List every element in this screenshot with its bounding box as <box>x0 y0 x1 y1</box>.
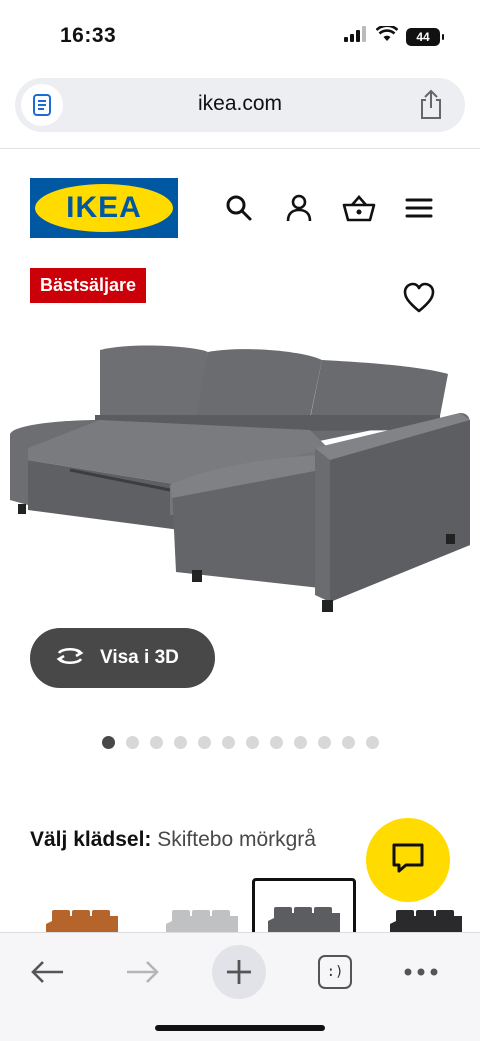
view-3d-label: Visa i 3D <box>100 647 179 668</box>
logo-text: IKEA <box>66 191 142 224</box>
browser-toolbar: :) <box>0 932 480 1041</box>
ikea-logo[interactable]: IKEA <box>30 178 178 238</box>
user-icon[interactable] <box>281 190 317 226</box>
home-indicator <box>155 1025 325 1031</box>
new-tab-icon[interactable] <box>212 945 266 999</box>
rotate-3d-icon <box>54 645 86 672</box>
bestseller-badge: Bästsäljare <box>30 268 147 303</box>
header-divider <box>0 148 480 149</box>
image-carousel-dots[interactable] <box>102 736 379 749</box>
fabric-selector: Välj klädsel: Skiftebo mörkgrå <box>30 828 316 852</box>
product-image[interactable] <box>0 320 480 620</box>
fabric-swatch[interactable] <box>30 878 134 936</box>
carousel-dot[interactable] <box>318 736 331 749</box>
search-icon[interactable] <box>221 190 257 226</box>
cart-icon[interactable] <box>341 190 377 226</box>
more-icon[interactable] <box>394 945 448 999</box>
view-3d-button[interactable]: Visa i 3D <box>30 628 215 688</box>
fabric-swatch[interactable] <box>374 878 478 936</box>
address-bar[interactable]: ikea.com <box>15 78 465 132</box>
status-bar: 16:33 44 <box>0 0 480 70</box>
tabs-icon[interactable]: :) <box>308 945 362 999</box>
fabric-label: Välj klädsel: <box>30 828 152 851</box>
carousel-dot[interactable] <box>102 736 115 749</box>
carousel-dot[interactable] <box>150 736 163 749</box>
fabric-swatches <box>0 876 480 936</box>
status-icons: 44 <box>344 24 444 47</box>
carousel-dot[interactable] <box>294 736 307 749</box>
carousel-dot[interactable] <box>126 736 139 749</box>
forward-icon[interactable] <box>116 945 170 999</box>
menu-icon[interactable] <box>401 190 437 226</box>
fabric-swatch[interactable] <box>150 878 254 936</box>
carousel-dot[interactable] <box>342 736 355 749</box>
carousel-dot[interactable] <box>174 736 187 749</box>
url-text[interactable]: ikea.com <box>15 92 465 116</box>
carousel-dot[interactable] <box>246 736 259 749</box>
reader-icon[interactable] <box>21 84 63 126</box>
carousel-dot[interactable] <box>366 736 379 749</box>
wifi-icon <box>375 24 399 47</box>
logo-oval: IKEA <box>35 184 173 232</box>
share-icon[interactable] <box>417 89 445 126</box>
signal-icon <box>344 26 368 47</box>
battery-level: 44 <box>416 29 430 44</box>
fabric-swatch[interactable] <box>252 878 356 936</box>
carousel-dot[interactable] <box>270 736 283 749</box>
carousel-dot[interactable] <box>222 736 235 749</box>
tabs-glyph: :) <box>318 955 352 989</box>
fabric-value: Skiftebo mörkgrå <box>157 828 316 851</box>
chat-icon <box>391 842 425 879</box>
status-time: 16:33 <box>60 24 117 47</box>
battery-icon: 44 <box>406 27 444 46</box>
back-icon[interactable] <box>20 945 74 999</box>
sofa-illustration <box>10 345 470 612</box>
carousel-dot[interactable] <box>198 736 211 749</box>
favorite-heart-icon[interactable] <box>402 282 436 319</box>
